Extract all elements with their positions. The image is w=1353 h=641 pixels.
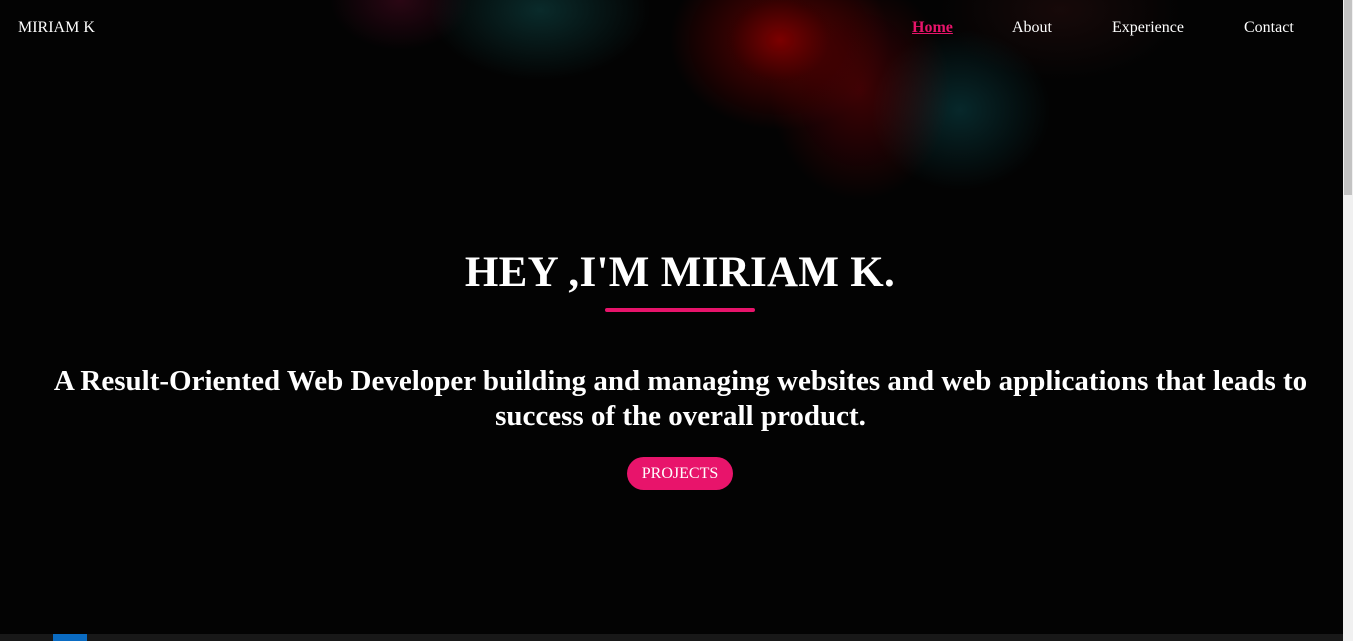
status-bar-remote-indicator[interactable] bbox=[53, 634, 87, 641]
title-underline bbox=[605, 308, 755, 312]
hero-subtitle: A Result-Oriented Web Developer building… bbox=[53, 365, 1308, 432]
scrollbar-thumb[interactable] bbox=[1344, 0, 1352, 195]
projects-button[interactable]: PROJECTS bbox=[627, 457, 733, 490]
editor-status-bar bbox=[0, 634, 1343, 641]
vertical-scrollbar[interactable] bbox=[1343, 0, 1353, 641]
hero-section: HEY ,I'M MIRIAM K. A Result-Oriented Web… bbox=[0, 0, 1343, 641]
page: MIRIAM K Home About Experience Contact H… bbox=[0, 0, 1353, 641]
hero-title: HEY ,I'M MIRIAM K. bbox=[464, 249, 896, 296]
